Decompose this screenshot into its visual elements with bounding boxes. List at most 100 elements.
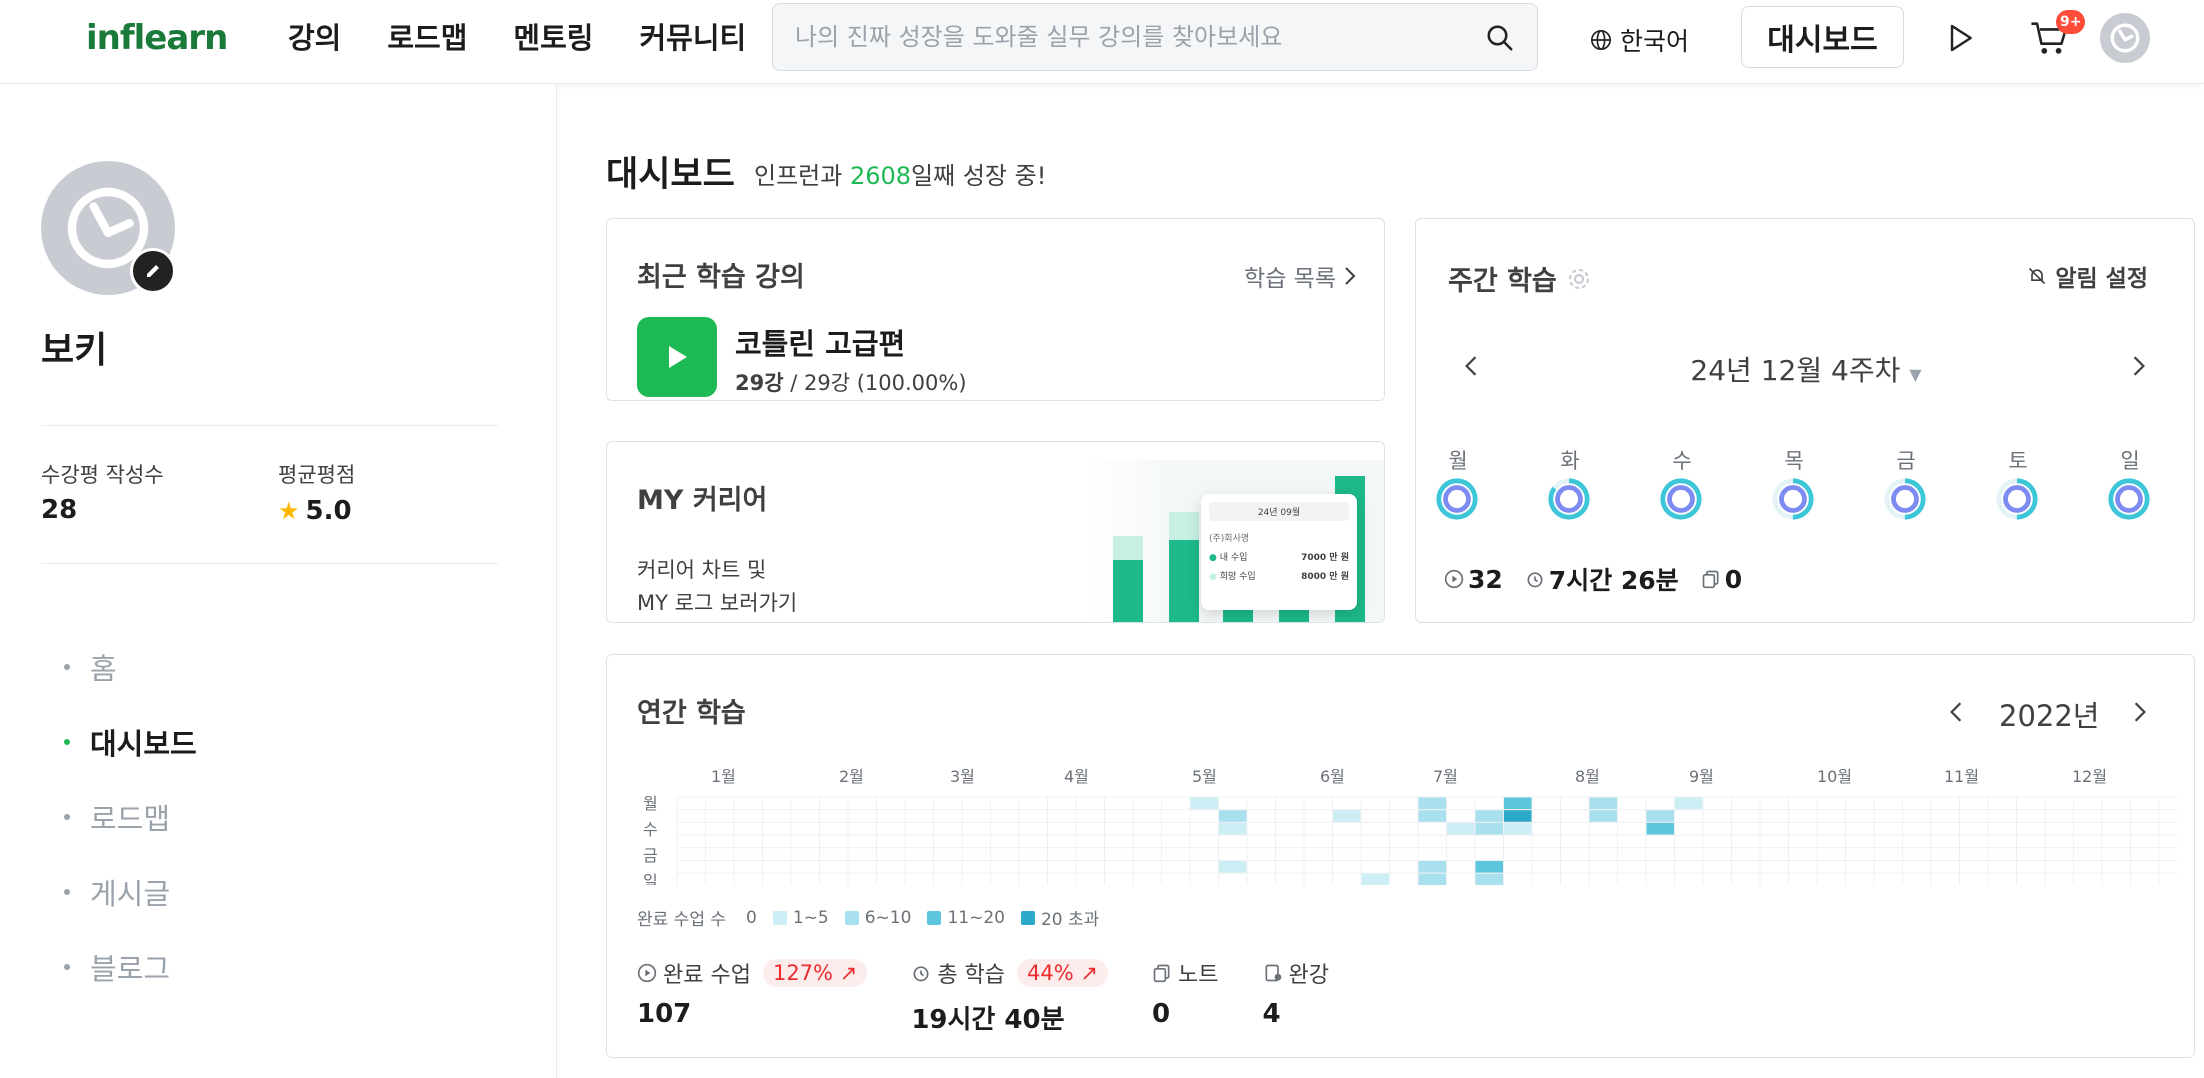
heatmap-cell[interactable] [1360, 834, 1390, 849]
heatmap-cell[interactable] [961, 834, 991, 849]
heatmap-cell[interactable] [1674, 834, 1704, 849]
heatmap-cell[interactable] [1275, 809, 1305, 823]
heatmap-cell[interactable] [1816, 872, 1846, 885]
heatmap-cell[interactable] [1161, 860, 1191, 874]
alarm-settings-button[interactable]: 알림 설정 [2027, 259, 2148, 293]
heatmap-cell[interactable] [1104, 796, 1134, 811]
heatmap-cell[interactable] [1930, 860, 1960, 874]
heatmap-cell[interactable] [847, 821, 877, 836]
heatmap-cell[interactable] [1588, 847, 1618, 862]
heatmap-cell[interactable] [1816, 860, 1846, 874]
play-icon[interactable] [1944, 22, 1976, 54]
heatmap-cell[interactable] [2016, 796, 2046, 811]
sidebar-item-blog[interactable]: 블로그 [64, 929, 197, 1004]
heatmap-cell[interactable] [1275, 860, 1305, 874]
heatmap-cell[interactable] [1674, 821, 1704, 836]
heatmap-cell[interactable] [1987, 821, 2017, 836]
inflearn-logo[interactable]: inflearn [86, 18, 228, 58]
heatmap-cell[interactable] [1018, 834, 1048, 849]
heatmap-cell[interactable] [1104, 872, 1134, 885]
heatmap-cell[interactable] [1645, 796, 1675, 811]
sidebar-item-posts[interactable]: 게시글 [64, 854, 197, 929]
language-selector[interactable]: 한국어 [1590, 22, 1689, 58]
heatmap-cell[interactable] [1759, 860, 1789, 874]
heatmap-cell[interactable] [676, 847, 706, 862]
heatmap-cell[interactable] [1503, 860, 1533, 874]
heatmap-cell[interactable] [2073, 821, 2103, 836]
heatmap-cell[interactable] [1047, 809, 1077, 823]
heatmap-cell[interactable] [933, 860, 963, 874]
heatmap-cell[interactable] [1189, 821, 1219, 836]
heatmap-cell[interactable] [1702, 872, 1732, 885]
heatmap-cell[interactable] [1902, 872, 1932, 885]
heatmap-cell[interactable] [819, 834, 849, 849]
heatmap-cell[interactable] [790, 821, 820, 836]
heatmap-cell[interactable] [762, 847, 792, 862]
heatmap-cell[interactable] [1275, 821, 1305, 836]
heatmap-cell[interactable] [1503, 847, 1533, 862]
heatmap-cell[interactable] [1674, 872, 1704, 885]
heatmap-cell[interactable] [2016, 834, 2046, 849]
heatmap-cell[interactable] [2016, 860, 2046, 874]
heatmap-cell[interactable] [1702, 847, 1732, 862]
heatmap-cell[interactable] [1332, 821, 1362, 836]
heatmap-cell[interactable] [1759, 821, 1789, 836]
heatmap-cell[interactable] [1389, 860, 1419, 874]
heatmap-cell[interactable] [1446, 834, 1476, 849]
heatmap-cell[interactable] [1360, 860, 1390, 874]
heatmap-cell[interactable] [1930, 872, 1960, 885]
heatmap-cell[interactable] [1702, 821, 1732, 836]
heatmap-cell[interactable] [1645, 860, 1675, 874]
heatmap-cell[interactable] [2101, 809, 2131, 823]
heatmap-cell[interactable] [1104, 809, 1134, 823]
heatmap-cell[interactable] [1873, 796, 1903, 811]
heatmap-cell[interactable] [1702, 809, 1732, 823]
heatmap-cell[interactable] [2016, 809, 2046, 823]
heatmap-cell[interactable] [1161, 834, 1191, 849]
heatmap-cell[interactable] [1674, 847, 1704, 862]
heatmap-cell[interactable] [1645, 834, 1675, 849]
heatmap-cell[interactable] [1674, 860, 1704, 874]
heatmap-cell[interactable] [1731, 821, 1761, 836]
heatmap-cell[interactable] [1674, 809, 1704, 823]
heatmap-cell[interactable] [1218, 847, 1248, 862]
heatmap-cell[interactable] [1845, 834, 1875, 849]
heatmap-cell[interactable] [1845, 860, 1875, 874]
search-icon[interactable] [1485, 23, 1515, 53]
heatmap-cell[interactable] [705, 860, 735, 874]
week-selector[interactable]: 24년 12월 4주차 ▼ [1416, 349, 2194, 389]
heatmap-cell[interactable] [1389, 821, 1419, 836]
heatmap-cell[interactable] [1075, 847, 1105, 862]
heatmap-cell[interactable] [2158, 821, 2177, 836]
heatmap-cell[interactable] [1389, 809, 1419, 823]
sidebar-item-roadmap[interactable]: 로드맵 [64, 779, 197, 854]
heatmap-cell[interactable] [1560, 847, 1590, 862]
heatmap-cell[interactable] [733, 860, 763, 874]
heatmap-cell[interactable] [2101, 860, 2131, 874]
heatmap-cell[interactable] [1645, 821, 1675, 836]
heatmap-cell[interactable] [990, 847, 1020, 862]
heatmap-cell[interactable] [1617, 821, 1647, 836]
heatmap-cell[interactable] [2044, 860, 2074, 874]
heatmap-cell[interactable] [933, 847, 963, 862]
heatmap-cell[interactable] [1959, 872, 1989, 885]
heatmap-cell[interactable] [1560, 872, 1590, 885]
heatmap-cell[interactable] [1303, 872, 1333, 885]
heatmap-cell[interactable] [1503, 834, 1533, 849]
user-avatar[interactable] [2100, 13, 2150, 63]
heatmap-cell[interactable] [1218, 872, 1248, 885]
heatmap-cell[interactable] [1417, 796, 1447, 811]
sidebar-item-dashboard[interactable]: 대시보드 [64, 704, 197, 779]
heatmap-cell[interactable] [790, 834, 820, 849]
heatmap-cell[interactable] [1389, 872, 1419, 885]
heatmap-cell[interactable] [733, 809, 763, 823]
heatmap-cell[interactable] [990, 796, 1020, 811]
heatmap-cell[interactable] [1816, 834, 1846, 849]
heatmap-cell[interactable] [819, 796, 849, 811]
heatmap-cell[interactable] [1816, 847, 1846, 862]
heatmap-cell[interactable] [762, 821, 792, 836]
heatmap-cell[interactable] [1104, 860, 1134, 874]
heatmap-cell[interactable] [1731, 872, 1761, 885]
heatmap-cell[interactable] [1189, 796, 1219, 811]
heatmap-cell[interactable] [1788, 847, 1818, 862]
